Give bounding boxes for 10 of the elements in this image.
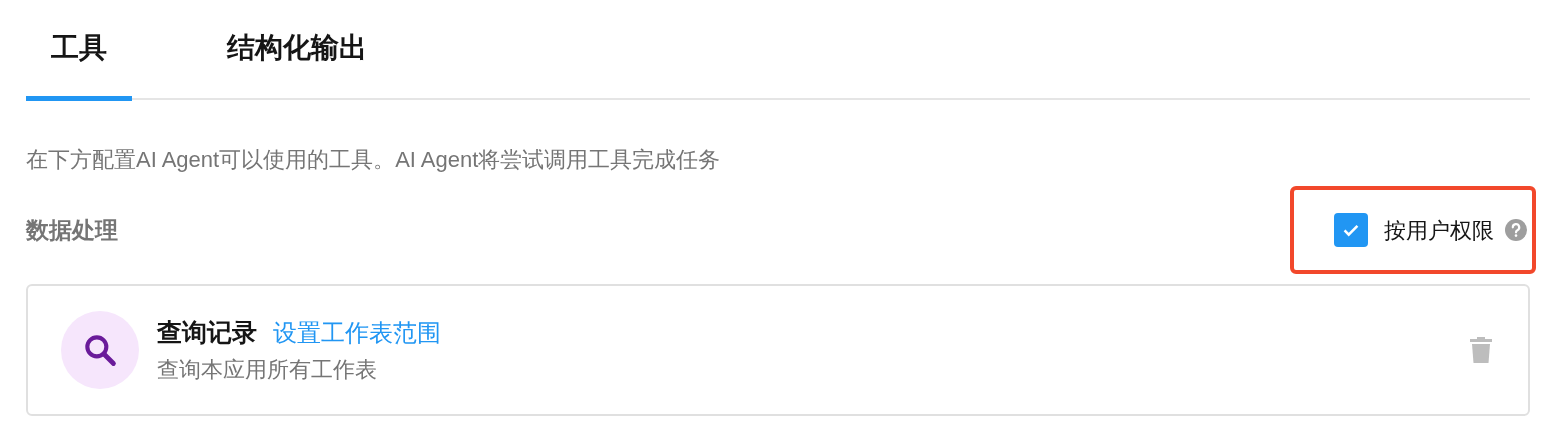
checkbox[interactable] (1334, 213, 1368, 247)
section-title: 数据处理 (26, 215, 118, 245)
checkbox-label: 按用户权限 (1384, 216, 1494, 245)
trash-icon[interactable] (1470, 337, 1492, 363)
help-icon[interactable] (1504, 218, 1528, 242)
tab[interactable]: 结构化输出 (202, 0, 392, 101)
tab[interactable]: 工具 (26, 0, 132, 101)
tool-subtitle: 查询本应用所有工作表 (157, 356, 378, 385)
description: 在下方配置AI Agent可以使用的工具。AI Agent将尝试调用工具完成任务 (26, 146, 722, 174)
tool-title: 查询记录 (157, 316, 257, 348)
